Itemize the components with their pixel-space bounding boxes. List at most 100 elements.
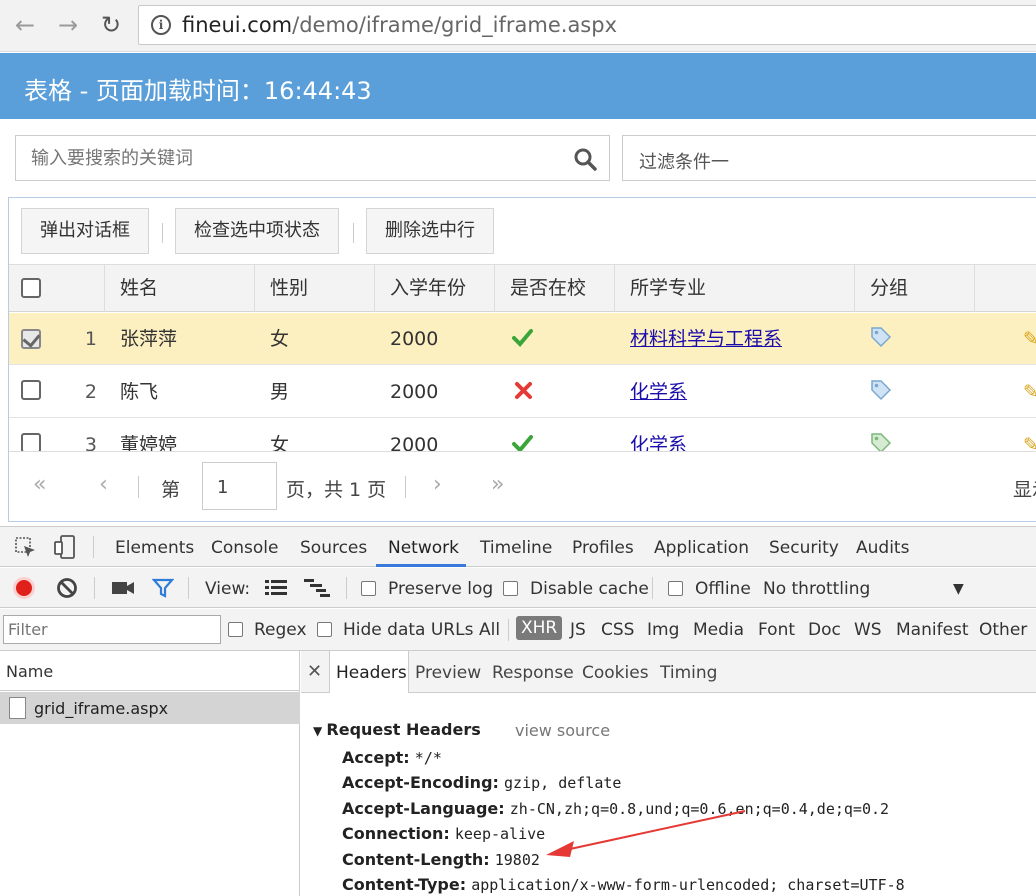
type-filter-ws[interactable]: WS bbox=[854, 620, 882, 640]
filter-dropdown[interactable]: 过滤条件一 bbox=[622, 135, 1036, 181]
tab-timeline[interactable]: Timeline bbox=[480, 538, 552, 558]
forward-arrow-icon[interactable]: → bbox=[51, 8, 85, 42]
type-filter-img[interactable]: Img bbox=[647, 620, 679, 640]
filter-separator bbox=[508, 619, 509, 641]
row-checkbox[interactable] bbox=[21, 329, 41, 349]
checkmark-icon bbox=[512, 329, 533, 347]
type-filter-manifest[interactable]: Manifest bbox=[896, 620, 969, 640]
request-headers-title[interactable]: ▼ Request Headers bbox=[313, 720, 481, 739]
tab-headers[interactable]: Headers bbox=[336, 663, 407, 683]
type-filter-js[interactable]: JS bbox=[570, 620, 586, 640]
search-input[interactable] bbox=[16, 136, 566, 180]
view-label: View: bbox=[205, 579, 251, 599]
search-box bbox=[15, 135, 610, 181]
active-tab-indicator bbox=[376, 564, 466, 567]
type-filter-doc[interactable]: Doc bbox=[808, 620, 841, 640]
open-dialog-button[interactable]: 弹出对话框 bbox=[21, 208, 149, 254]
delete-selected-button[interactable]: 删除选中行 bbox=[366, 208, 494, 254]
column-header-group[interactable]: 分组 bbox=[855, 265, 975, 312]
cell-major-link[interactable]: 材料科学与工程系 bbox=[630, 313, 782, 365]
tab-separator bbox=[93, 536, 94, 558]
tab-preview[interactable]: Preview bbox=[415, 663, 481, 683]
column-header-at-school[interactable]: 是否在校 bbox=[495, 265, 615, 312]
tab-timing[interactable]: Timing bbox=[660, 663, 717, 683]
record-icon[interactable] bbox=[13, 577, 35, 599]
preserve-log-checkbox[interactable] bbox=[361, 581, 376, 596]
first-page-icon[interactable]: « bbox=[33, 472, 46, 497]
type-filter-font[interactable]: Font bbox=[758, 620, 795, 640]
tab-console[interactable]: Console bbox=[211, 538, 279, 558]
hide-data-urls-checkbox[interactable] bbox=[317, 622, 332, 637]
prev-page-icon[interactable]: ‹ bbox=[99, 472, 108, 497]
edit-pencil-icon[interactable]: ✎ bbox=[1023, 313, 1036, 365]
filter-label: 过滤条件一 bbox=[639, 152, 729, 173]
tab-security[interactable]: Security bbox=[769, 538, 839, 558]
type-filter-media[interactable]: Media bbox=[693, 620, 744, 640]
waterfall-view-icon[interactable] bbox=[304, 579, 330, 597]
collapse-triangle-icon: ▼ bbox=[313, 724, 327, 738]
tab-elements[interactable]: Elements bbox=[115, 538, 194, 558]
view-source-link[interactable]: view source bbox=[515, 721, 610, 740]
header-key: Accept-Encoding: bbox=[342, 773, 499, 792]
table-row[interactable]: 2 陈飞 男 2000 化学系 ✎ bbox=[9, 366, 1036, 418]
name-column-header[interactable]: Name bbox=[0, 651, 300, 691]
disable-cache-checkbox[interactable] bbox=[503, 581, 518, 596]
check-selected-button[interactable]: 检查选中项状态 bbox=[175, 208, 339, 254]
tab-application[interactable]: Application bbox=[654, 538, 749, 558]
type-filter-all[interactable]: All bbox=[479, 620, 500, 640]
details-tabbar: ✕ Headers Preview Response Cookies Timin… bbox=[301, 651, 1036, 693]
regex-label: Regex bbox=[254, 620, 307, 640]
row-checkbox[interactable] bbox=[21, 433, 41, 453]
header-key: Accept: bbox=[342, 748, 410, 767]
last-page-icon[interactable]: » bbox=[491, 472, 504, 497]
device-toolbar-icon[interactable] bbox=[53, 534, 77, 560]
back-arrow-icon[interactable]: ← bbox=[8, 8, 42, 42]
url-text: fineui.com/demo/iframe/grid_iframe.aspx bbox=[182, 13, 617, 37]
close-icon[interactable]: ✕ bbox=[307, 661, 322, 682]
chevron-down-icon[interactable]: ▼ bbox=[953, 581, 964, 597]
clear-icon[interactable] bbox=[56, 577, 78, 599]
edit-pencil-icon[interactable]: ✎ bbox=[1023, 366, 1036, 418]
tab-cookies[interactable]: Cookies bbox=[582, 663, 649, 683]
devtools-panel: Elements Console Sources Network Timelin… bbox=[0, 526, 1036, 896]
url-path: /demo/iframe/grid_iframe.aspx bbox=[292, 13, 618, 37]
list-view-icon[interactable] bbox=[265, 580, 287, 596]
reload-icon[interactable]: ↻ bbox=[94, 8, 128, 42]
select-all-checkbox[interactable] bbox=[21, 278, 41, 298]
regex-checkbox[interactable] bbox=[228, 622, 243, 637]
page-number-input[interactable]: 1 bbox=[202, 462, 277, 510]
address-bar[interactable]: i fineui.com/demo/iframe/grid_iframe.asp… bbox=[138, 5, 1036, 45]
screenshot-camera-icon[interactable] bbox=[111, 579, 135, 597]
header-key: Content-Length: bbox=[342, 850, 490, 869]
tab-profiles[interactable]: Profiles bbox=[572, 538, 634, 558]
column-header-year[interactable]: 入学年份 bbox=[375, 265, 495, 312]
header-line: Accept: */* bbox=[342, 748, 442, 767]
request-row[interactable]: grid_iframe.aspx bbox=[0, 692, 300, 724]
column-header-major[interactable]: 所学专业 bbox=[615, 265, 855, 312]
offline-checkbox[interactable] bbox=[668, 581, 683, 596]
table-row[interactable]: 1 张萍萍 女 2000 材料科学与工程系 ✎ bbox=[9, 313, 1036, 365]
tab-sources[interactable]: Sources bbox=[300, 538, 367, 558]
next-page-icon[interactable]: › bbox=[433, 472, 442, 497]
cell-gender: 男 bbox=[270, 381, 290, 403]
type-filter-other[interactable]: Other bbox=[979, 620, 1027, 640]
toolbar-separator bbox=[346, 577, 347, 599]
inspect-element-icon[interactable] bbox=[14, 536, 38, 560]
tab-audits[interactable]: Audits bbox=[856, 538, 909, 558]
type-filter-css[interactable]: CSS bbox=[601, 620, 634, 640]
filter-input[interactable] bbox=[3, 615, 221, 644]
tab-response[interactable]: Response bbox=[492, 663, 574, 683]
cell-name: 张萍萍 bbox=[120, 328, 178, 350]
cell-gender: 女 bbox=[270, 328, 290, 350]
browser-toolbar: ← → ↻ i fineui.com/demo/iframe/grid_ifra… bbox=[0, 0, 1036, 52]
cell-major-link[interactable]: 化学系 bbox=[630, 366, 687, 418]
filter-funnel-icon[interactable] bbox=[152, 577, 174, 599]
type-filter-xhr[interactable]: XHR bbox=[516, 616, 563, 640]
throttling-select[interactable]: No throttling bbox=[763, 579, 870, 599]
column-header-name[interactable]: 姓名 bbox=[105, 265, 255, 312]
tab-network[interactable]: Network bbox=[388, 538, 459, 558]
info-icon[interactable]: i bbox=[151, 15, 171, 35]
column-header-gender[interactable]: 性别 bbox=[255, 265, 375, 312]
search-icon[interactable] bbox=[573, 147, 597, 171]
row-checkbox[interactable] bbox=[21, 380, 41, 400]
